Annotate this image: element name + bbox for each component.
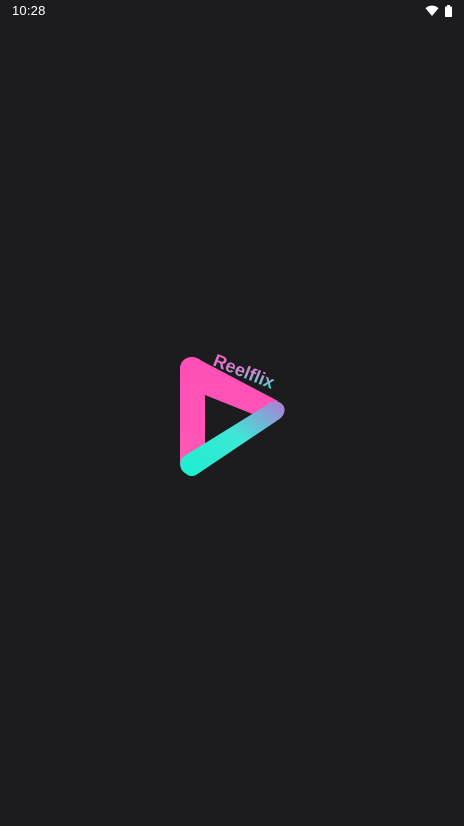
app-logo: Reelflix <box>160 335 300 485</box>
wifi-icon <box>425 4 439 22</box>
status-time: 10:28 <box>12 3 46 18</box>
battery-icon <box>445 4 452 22</box>
status-bar: 10:28 <box>0 0 464 22</box>
splash-screen: 10:28 Reelflix <box>0 0 464 826</box>
status-icons <box>425 4 452 22</box>
